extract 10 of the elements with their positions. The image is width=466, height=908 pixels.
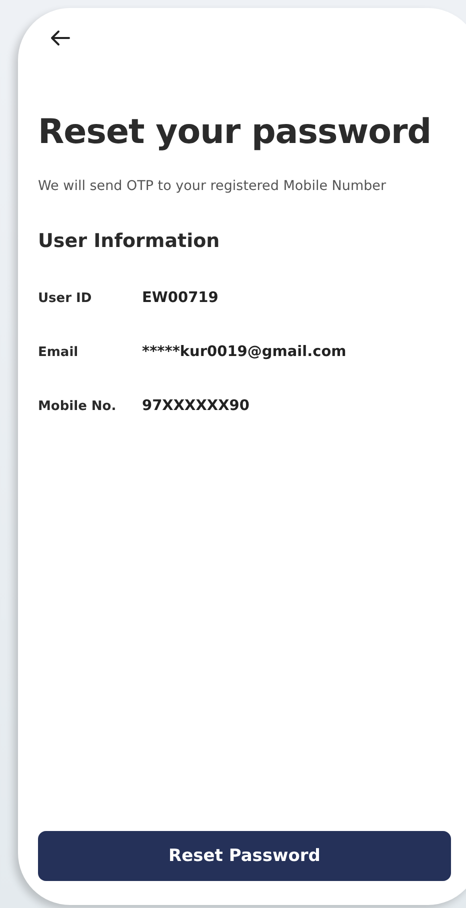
reset-password-button[interactable]: Reset Password [38, 831, 451, 881]
field-value: EW00719 [142, 290, 218, 306]
field-value: 97XXXXXX90 [142, 398, 250, 414]
section-title: User Information [38, 230, 220, 252]
page-subtitle: We will send OTP to your registered Mobile Number [38, 178, 386, 194]
page-title: Reset your password [38, 112, 432, 152]
field-label: Email [38, 344, 80, 360]
field-label: User ID [38, 290, 93, 306]
field-label: Mobile No. [38, 398, 118, 414]
field-value: *****kur0019@gmail.com [142, 344, 346, 360]
